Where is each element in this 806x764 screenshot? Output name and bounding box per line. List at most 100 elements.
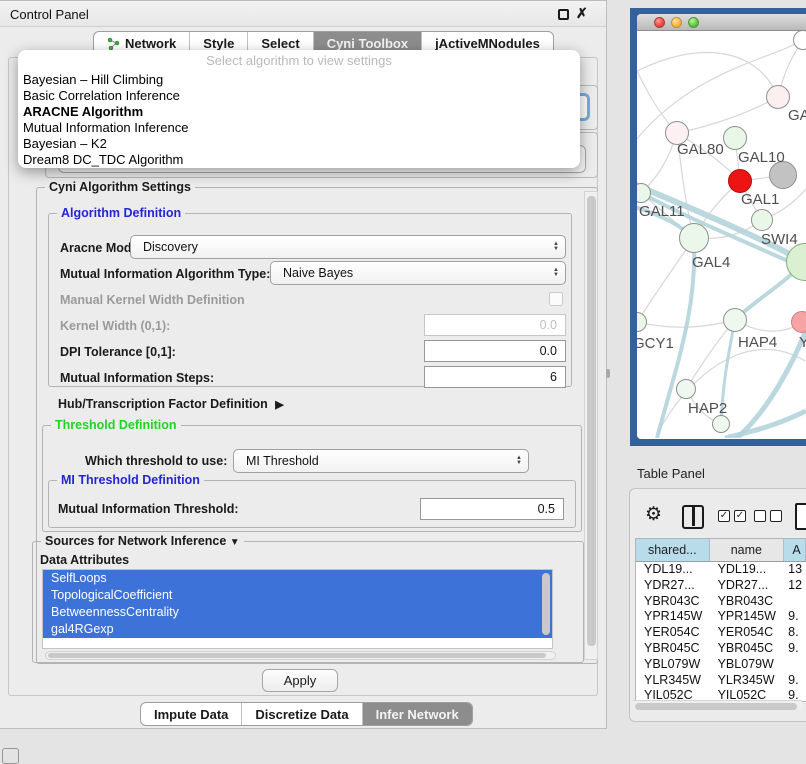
close-icon[interactable]: ✗: [576, 5, 588, 22]
control-panel-titlebar: Control Panel ✗: [0, 1, 606, 27]
manual-kernel-label: Manual Kernel Width Definition: [60, 293, 245, 307]
close-traffic-light[interactable]: [654, 17, 665, 28]
network-icon: [107, 37, 120, 50]
table-row[interactable]: YPR145WYPR145W9.: [636, 609, 806, 625]
mi-type-value: Naive Bayes: [283, 266, 353, 280]
list-item-gal4rgexp[interactable]: gal4RGexp: [43, 621, 552, 638]
mi-type-combobox[interactable]: Naive Bayes ▲▼: [270, 261, 566, 285]
list-item-topologicalcoefficient[interactable]: TopologicalCoefficient: [43, 587, 552, 604]
which-threshold-combobox[interactable]: MI Threshold ▲▼: [233, 449, 529, 473]
dropdown-item-mutual-information[interactable]: Mutual Information Inference: [18, 120, 580, 136]
network-view-window: GAL GAL80 GAL10 GAL1 GAL11 SWI4 GAL4 GCY…: [630, 8, 806, 446]
apply-button[interactable]: Apply: [262, 669, 338, 692]
list-scrollbar-thumb[interactable]: [542, 573, 550, 635]
algorithm-dropdown-list: Select algorithm to view settings Bayesi…: [18, 50, 580, 168]
list-item-betweennesscentrality[interactable]: BetweennessCentrality: [43, 604, 552, 621]
table-horizontal-scrollbar-thumb[interactable]: [635, 703, 797, 710]
dropdown-item-bayesian-hill-climbing[interactable]: Bayesian – Hill Climbing: [18, 72, 580, 88]
dropdown-item-dream8[interactable]: Dream8 DC_TDC Algorithm: [18, 152, 580, 168]
table-horizontal-scrollbar[interactable]: [633, 700, 802, 710]
node-label-hap2: HAP2: [688, 400, 727, 417]
sources-title-label: Sources for Network Inference: [45, 534, 226, 548]
node-gal10[interactable]: [723, 126, 747, 150]
table-row[interactable]: YDR27...YDR27...12: [636, 578, 806, 594]
network-window-titlebar[interactable]: [637, 14, 806, 31]
mi-steps-field[interactable]: 6: [424, 366, 566, 388]
group-title: Cyni Algorithm Settings: [45, 180, 195, 194]
manual-kernel-checkbox[interactable]: [549, 292, 563, 306]
list-horizontal-scrollbar[interactable]: [45, 651, 556, 660]
table-row[interactable]: YER054CYER054C8.: [636, 625, 806, 641]
node-label-gal10: GAL10: [738, 149, 785, 166]
unchecked-checkboxes-icon[interactable]: [754, 510, 782, 522]
minimize-traffic-light[interactable]: [671, 17, 682, 28]
dropdown-item-basic-correlation[interactable]: Basic Correlation Inference: [18, 88, 580, 104]
checkbox-checked-icon: ✓: [734, 510, 746, 522]
node-label-gal-cut: GAL: [788, 107, 806, 124]
checkbox-unchecked-icon: [754, 510, 766, 522]
tab-impute-data[interactable]: Impute Data: [141, 703, 241, 725]
split-columns-icon[interactable]: [682, 505, 704, 529]
node-gal1[interactable]: [751, 209, 773, 231]
panel-divider-grip[interactable]: [606, 369, 610, 378]
mi-steps-label: Mutual Information Steps:: [60, 371, 214, 385]
node-salmon[interactable]: [791, 311, 806, 333]
column-header-name[interactable]: name: [710, 539, 785, 561]
column-header-partial[interactable]: A: [784, 539, 806, 561]
tab-label: Infer Network: [376, 707, 459, 722]
tab-label: Impute Data: [154, 707, 228, 722]
node-label-gal80: GAL80: [677, 141, 724, 158]
gear-icon[interactable]: ⚙: [645, 503, 662, 526]
cell: YER054C: [636, 625, 710, 641]
cell: YBR045C: [636, 641, 710, 657]
settings-scrollbar-thumb[interactable]: [587, 196, 596, 646]
group-title: MI Threshold Definition: [57, 473, 204, 487]
node-gal4[interactable]: [679, 223, 709, 253]
mi-threshold-field[interactable]: 0.5: [420, 498, 564, 520]
tab-label: Style: [203, 36, 234, 51]
data-attributes-list[interactable]: SelfLoops TopologicalCoefficient Between…: [42, 569, 553, 649]
node-hap4[interactable]: [723, 308, 747, 332]
node-red-selected[interactable]: [728, 169, 752, 193]
control-panel-window: Control Panel ✗ Network Style Select Cyn…: [0, 0, 607, 729]
dropdown-item-bayesian-k2[interactable]: Bayesian – K2: [18, 136, 580, 152]
table-panel-title: Table Panel: [637, 466, 705, 481]
cell: YDR27...: [636, 578, 710, 594]
cell: 9.: [784, 609, 806, 625]
table-row[interactable]: YDL19...YDL19...13: [636, 562, 806, 578]
list-horizontal-scrollbar-thumb[interactable]: [48, 653, 546, 658]
checked-checkboxes-icon[interactable]: ✓ ✓: [718, 510, 746, 522]
list-item-selfloops[interactable]: SelfLoops: [43, 570, 552, 587]
zoom-traffic-light[interactable]: [688, 17, 699, 28]
cell: 9.: [784, 641, 806, 657]
hub-definition-toggle[interactable]: Hub/Transcription Factor Definition ▶: [58, 397, 280, 411]
tab-label: Select: [261, 36, 299, 51]
tab-infer-network[interactable]: Infer Network: [362, 703, 472, 725]
table-row[interactable]: YBL079WYBL079W: [636, 657, 806, 673]
cell: YLR345W: [636, 673, 710, 689]
cell: [784, 594, 806, 610]
table-row[interactable]: YBR045CYBR045C9.: [636, 641, 806, 657]
node-unlabeled-bottom[interactable]: [712, 415, 730, 433]
combo-arrows-icon: ▲▼: [516, 456, 522, 466]
cell: YPR145W: [636, 609, 710, 625]
float-window-icon[interactable]: [558, 9, 569, 20]
node-pink-top[interactable]: [766, 85, 790, 109]
dpi-tolerance-field[interactable]: 0.0: [424, 340, 566, 362]
column-header-shared[interactable]: shared...: [636, 539, 710, 561]
group-title: Threshold Definition: [51, 418, 181, 432]
aracne-mode-combobox[interactable]: Discovery ▲▼: [130, 235, 566, 259]
dropdown-item-aracne[interactable]: ARACNE Algorithm: [18, 104, 580, 120]
table-row[interactable]: YBR043CYBR043C: [636, 594, 806, 610]
tab-discretize-data[interactable]: Discretize Data: [241, 703, 361, 725]
sources-title[interactable]: Sources for Network Inference ▼: [41, 534, 244, 548]
document-icon[interactable]: [795, 503, 806, 530]
node-attribute-table[interactable]: shared... name A YDL19...YDL19...13 YDR2…: [635, 538, 806, 702]
settings-scrollbar[interactable]: [584, 191, 598, 660]
cell: YPR145W: [710, 609, 785, 625]
kernel-width-field[interactable]: 0.0: [424, 314, 566, 336]
cell: YLR345W: [710, 673, 785, 689]
network-canvas[interactable]: GAL GAL80 GAL10 GAL1 GAL11 SWI4 GAL4 GCY…: [637, 31, 806, 438]
node-hap2[interactable]: [676, 379, 696, 399]
table-row[interactable]: YLR345WYLR345W9.: [636, 673, 806, 689]
